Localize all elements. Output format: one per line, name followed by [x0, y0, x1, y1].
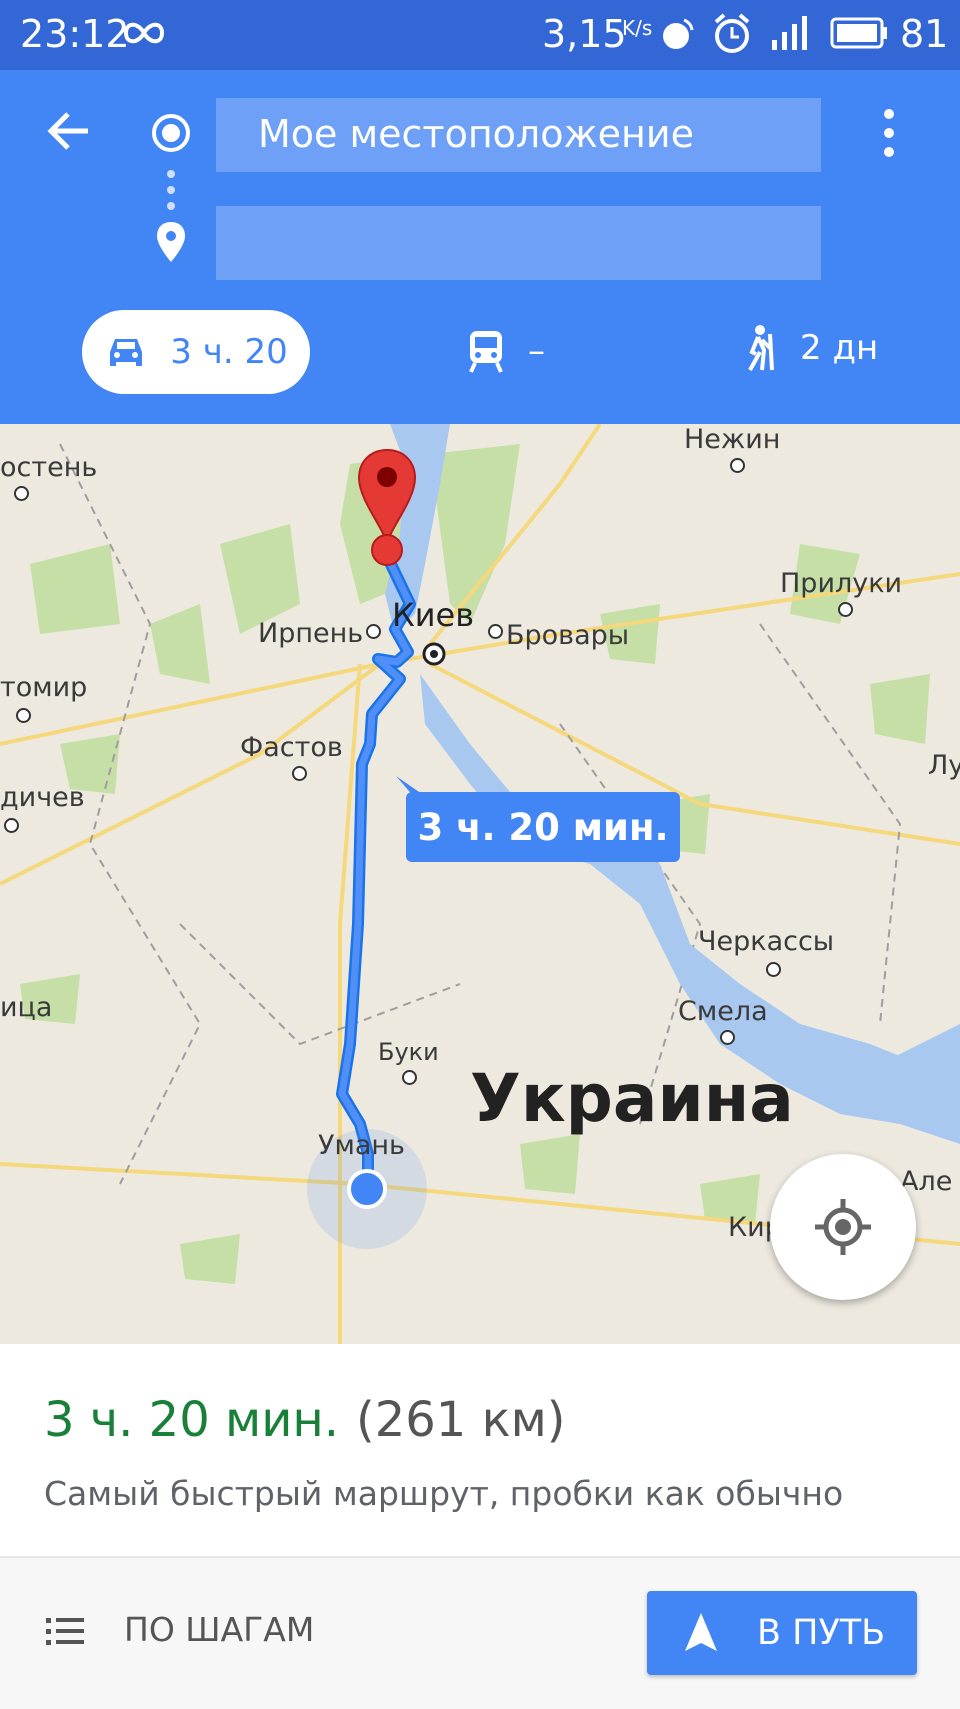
net-speed: 3,15: [542, 12, 627, 56]
city-dot: [292, 766, 307, 781]
steps-button[interactable]: ПО ШАГАМ: [30, 1588, 330, 1678]
route-duration: 3 ч. 20 мин.: [44, 1392, 340, 1448]
city-dot: [402, 1070, 417, 1085]
back-arrow-icon[interactable]: [44, 106, 94, 156]
city-label: Бровары: [506, 620, 630, 651]
city-dot: [838, 602, 853, 617]
origin-text: Мое местоположение: [258, 112, 694, 156]
map-view[interactable]: Нежин остень Прилуки Киев Ирпень Бровары…: [0, 424, 960, 1344]
mode-driving-time: 3 ч. 20: [170, 332, 288, 372]
city-label: Киев: [392, 596, 475, 634]
city-dot: [16, 708, 31, 723]
start-label: В ПУТЬ: [757, 1613, 886, 1653]
country-label: Украина: [470, 1060, 794, 1137]
my-location-button[interactable]: [770, 1154, 916, 1300]
navigation-arrow-icon: [685, 1613, 717, 1651]
city-dot: [766, 962, 781, 977]
signal-icon: [772, 16, 807, 50]
more-options-icon[interactable]: [876, 104, 902, 162]
city-label: Ирпень: [258, 618, 364, 649]
city-dot: [488, 624, 503, 639]
city-label: Умань: [318, 1130, 405, 1161]
city-dot: [730, 458, 745, 473]
alarm-icon: [714, 13, 750, 53]
route-distance: (261 км): [356, 1392, 566, 1448]
destination-pin-icon: [157, 222, 185, 262]
mode-transit-time: –: [528, 331, 545, 371]
city-dot: [366, 624, 381, 639]
kiev-marker-icon: [422, 642, 446, 666]
crosshair-icon: [815, 1199, 871, 1255]
city-dot: [720, 1030, 735, 1045]
mode-driving-tab[interactable]: 3 ч. 20: [82, 310, 310, 394]
city-label: Але: [900, 1166, 953, 1197]
city-label: Смела: [678, 996, 768, 1027]
city-label: Лу: [928, 750, 960, 781]
battery-level: 81: [900, 12, 949, 56]
status-time: 23:12: [20, 12, 130, 56]
city-label: Прилуки: [780, 568, 903, 599]
battery-icon: [830, 17, 887, 49]
steps-label: ПО ШАГАМ: [124, 1610, 315, 1649]
list-icon: [46, 1618, 84, 1645]
city-label: дичев: [0, 782, 85, 813]
start-navigation-button[interactable]: В ПУТЬ: [647, 1591, 917, 1675]
net-unit: K/s: [622, 16, 653, 40]
destination-field[interactable]: [216, 206, 821, 280]
walk-icon: [748, 325, 774, 371]
city-label: ица: [0, 992, 53, 1023]
origin-dot-icon: [152, 114, 190, 152]
route-time-bubble[interactable]: 3 ч. 20 мин.: [406, 792, 680, 862]
bottom-bar: ПО ШАГАМ В ПУТЬ: [0, 1556, 960, 1709]
mode-walking-time: 2 дн: [800, 328, 879, 368]
city-label: Фастов: [240, 732, 343, 763]
city-label: остень: [0, 452, 98, 483]
city-dot: [4, 818, 19, 833]
route-summary[interactable]: 3 ч. 20 мин. (261 км) Самый быстрый марш…: [0, 1344, 960, 1556]
status-bar: 23:12 3,15 K/s 81: [0, 0, 960, 70]
car-icon: [110, 339, 143, 366]
city-dot: [14, 486, 29, 501]
satellite-icon: [663, 18, 694, 49]
route-time-text: 3 ч. 20 мин.: [417, 805, 669, 849]
route-description: Самый быстрый маршрут, пробки как обычно: [44, 1474, 844, 1513]
mode-transit-tab[interactable]: –: [466, 328, 545, 374]
city-label: Нежин: [684, 424, 781, 455]
connector-dots-icon: [167, 170, 175, 210]
city-label: томир: [0, 672, 88, 703]
train-icon: [469, 331, 503, 373]
infinity-icon: [123, 22, 165, 44]
destination-marker-icon[interactable]: [354, 446, 420, 566]
origin-field[interactable]: Мое местоположение: [216, 98, 821, 172]
directions-header: Мое местоположение 3 ч. 20 – 2 дн: [0, 70, 960, 424]
mode-walking-tab[interactable]: 2 дн: [742, 324, 878, 372]
city-label: Черкассы: [698, 926, 835, 957]
city-label: Буки: [378, 1038, 439, 1066]
